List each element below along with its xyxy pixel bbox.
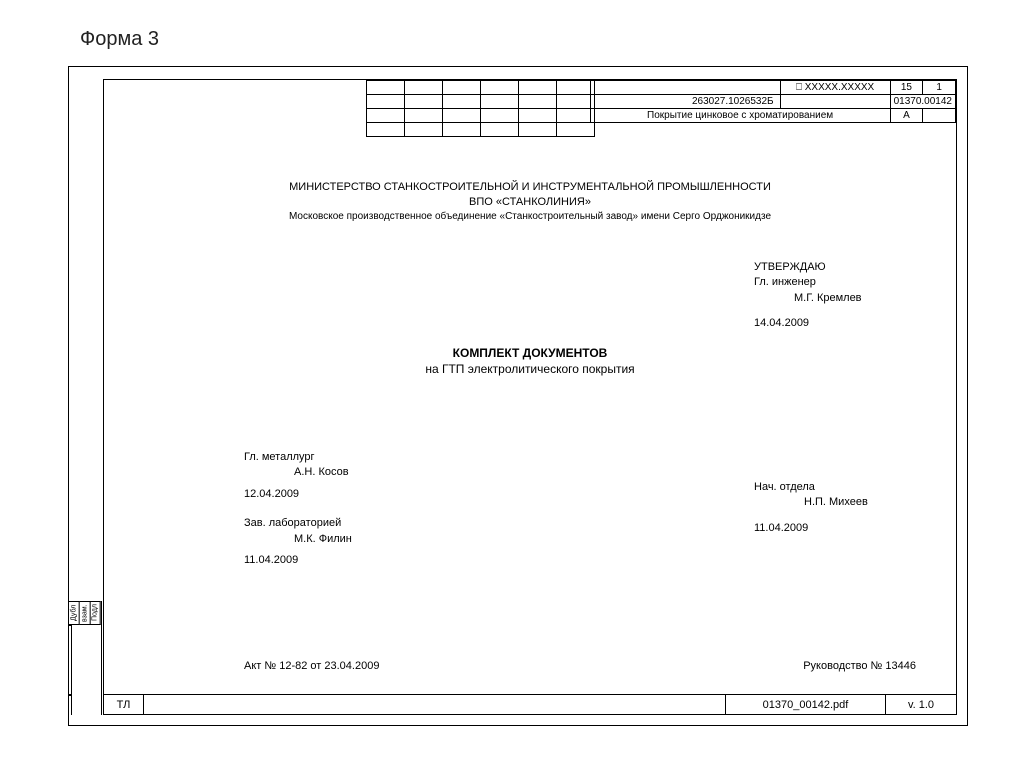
approve-title: УТВЕРЖДАЮ	[754, 260, 862, 275]
footer-ver: v. 1.0	[886, 695, 956, 714]
approve-block: УТВЕРЖДАЮ Гл. инженер М.Г. Кремлев 14.04…	[754, 260, 862, 332]
ministry-block: МИНИСТЕРСТВО СТАНКОСТРОИТЕЛЬНОЙ И ИНСТРУ…	[104, 180, 956, 223]
ministry-line1: МИНИСТЕРСТВО СТАНКОСТРОИТЕЛЬНОЙ И ИНСТРУ…	[104, 180, 956, 195]
footer-file: 01370_00142.pdf	[726, 695, 886, 714]
footer-tl: ТЛ	[104, 695, 144, 714]
header-left-grid	[366, 80, 595, 137]
desc: Покрытие цинковое с хроматированием	[590, 109, 890, 123]
r-name: Н.П. Михеев	[754, 495, 868, 510]
approve-position: Гл. инженер	[754, 275, 862, 290]
doc-title-1: КОМПЛЕКТ ДОКУМЕНТОВ	[104, 345, 956, 361]
page-title: Форма 3	[80, 28, 159, 51]
side-podl: Подл	[90, 601, 101, 625]
outer-frame: Дубл взам. Подл ⎕ ХХХХХ.ХХХХХ 15 1 26302…	[68, 66, 968, 726]
header-right-grid: ⎕ ХХХХХ.ХХХХХ 15 1 263027.1026532Б 01370…	[590, 80, 956, 123]
hdr-num1: 15	[890, 81, 923, 95]
doc-title-2: на ГТП электролитического покрытия	[104, 361, 956, 377]
ministry-line3: Московское производственное объединение …	[104, 210, 956, 224]
footer-mid	[144, 695, 726, 714]
s1-pos: Гл. металлург	[244, 450, 352, 465]
footer-bar: ТЛ 01370_00142.pdf v. 1.0	[104, 694, 956, 714]
side-empty-2	[69, 695, 72, 715]
r-date: 11.04.2009	[754, 521, 868, 536]
s2-date: 11.04.2009	[244, 553, 352, 568]
signers-left: Гл. металлург А.Н. Косов 12.04.2009 Зав.…	[244, 450, 352, 582]
signers-right: Нач. отдела Н.П. Михеев 11.04.2009	[754, 480, 868, 536]
letter: А	[890, 109, 923, 123]
code-box: ХХХХХ.ХХХХХ	[805, 82, 874, 93]
s1-name: А.Н. Косов	[244, 465, 352, 480]
right-code: 01370.00142	[890, 95, 955, 109]
ruk-line: Руководство № 13446	[803, 660, 916, 672]
approve-name: М.Г. Кремлев	[754, 291, 862, 306]
s1-date: 12.04.2009	[244, 487, 352, 502]
side-dubl: Дубл	[69, 601, 80, 625]
s2-name: М.К. Филин	[244, 532, 352, 547]
doc-title-block: КОМПЛЕКТ ДОКУМЕНТОВ на ГТП электролитиче…	[104, 345, 956, 377]
side-empty-1	[69, 625, 72, 695]
s2-pos: Зав. лабораторией	[244, 516, 352, 531]
side-tabs: Дубл взам. Подл	[69, 601, 102, 715]
inner-frame: ⎕ ХХХХХ.ХХХХХ 15 1 263027.1026532Б 01370…	[103, 79, 957, 715]
left-code: 263027.1026532Б	[590, 95, 780, 109]
r-pos: Нач. отдела	[754, 480, 868, 495]
ministry-line2: ВПО «СТАНКОЛИНИЯ»	[104, 195, 956, 210]
hdr-num2: 1	[923, 81, 956, 95]
approve-date: 14.04.2009	[754, 316, 862, 331]
side-vzam: взам.	[80, 601, 91, 625]
akt-line: Акт № 12-82 от 23.04.2009	[244, 660, 379, 672]
